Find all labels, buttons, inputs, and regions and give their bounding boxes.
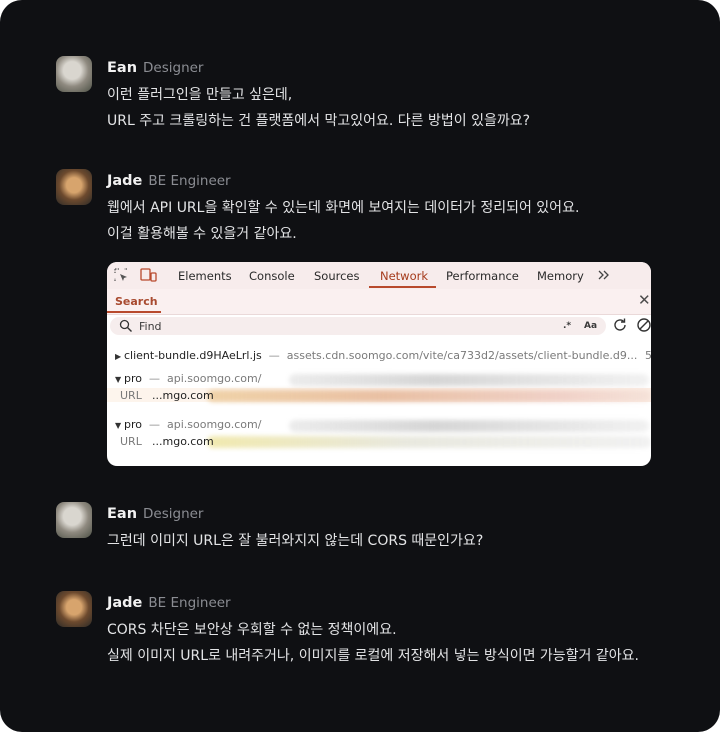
result-separator: — bbox=[149, 418, 160, 431]
avatar[interactable] bbox=[56, 591, 92, 627]
result-count: 5 bbox=[645, 349, 651, 362]
tab-network[interactable]: Network bbox=[380, 269, 428, 283]
result-separator: — bbox=[149, 372, 160, 385]
author-name[interactable]: Ean bbox=[107, 60, 137, 76]
chat-card: Ean Designer 이런 플러그인을 만들고 싶은데, URL 주고 크롤링… bbox=[0, 0, 720, 732]
collapse-arrow-icon[interactable]: ▼ bbox=[115, 421, 124, 430]
search-result-file[interactable]: ▶ client-bundle.d9HAeLrl.js — assets.cdn.so… bbox=[115, 349, 637, 362]
match-case-toggle[interactable]: Aa bbox=[584, 321, 597, 331]
author-role: BE Engineer bbox=[148, 173, 231, 189]
message-line: URL 주고 크롤링하는 건 플랫폼에서 막고있어요. 다른 방법이 있을까요? bbox=[107, 113, 531, 129]
collapse-arrow-icon[interactable]: ▼ bbox=[115, 375, 124, 384]
devtools-tab-bar: Elements Console Sources Network Perform… bbox=[107, 262, 651, 289]
author-name[interactable]: Ean bbox=[107, 506, 137, 522]
message-body: 웹에서 API URL을 확인할 수 있는데 화면에 보여지는 데이터가 정리되… bbox=[107, 195, 579, 247]
active-tab-underline bbox=[369, 286, 436, 288]
inspect-element-icon[interactable] bbox=[114, 268, 129, 283]
search-icon bbox=[119, 319, 132, 332]
devtools-screenshot: Elements Console Sources Network Perform… bbox=[107, 262, 651, 466]
result-url-row[interactable]: URL ...mgo.com bbox=[120, 389, 214, 402]
result-method: pro bbox=[124, 372, 142, 385]
device-toolbar-icon[interactable] bbox=[140, 268, 157, 282]
author-name[interactable]: Jade bbox=[107, 173, 142, 189]
message-line: CORS 차단은 보안상 우회할 수 없는 정책이에요. bbox=[107, 622, 397, 638]
message-line: 이걸 활용해볼 수 있을거 같아요. bbox=[107, 226, 297, 242]
message-body: CORS 차단은 보안상 우회할 수 없는 정책이에요. 실제 이미지 URL로… bbox=[107, 617, 639, 669]
result-host: api.soomgo.com/ bbox=[167, 418, 262, 431]
result-url: assets.cdn.soomgo.com/vite/ca733d2/asset… bbox=[286, 349, 638, 362]
message-line: 실제 이미지 URL로 내려주거나, 이미지를 로컬에 저장해서 넣는 방식이면… bbox=[107, 648, 639, 664]
tab-sources[interactable]: Sources bbox=[314, 269, 360, 283]
expand-arrow-icon[interactable]: ▶ bbox=[115, 352, 124, 361]
url-value: ...mgo.com bbox=[152, 389, 214, 402]
tab-console[interactable]: Console bbox=[249, 269, 295, 283]
message-header: Jade BE Engineer bbox=[107, 170, 231, 189]
find-placeholder: Find bbox=[139, 320, 162, 333]
url-key: URL bbox=[120, 435, 142, 448]
message-body: 이런 플러그인을 만들고 싶은데, URL 주고 크롤링하는 건 플랫폼에서 막… bbox=[107, 82, 530, 134]
message-header: Ean Designer bbox=[107, 503, 203, 522]
avatar[interactable] bbox=[56, 502, 92, 538]
result-method: pro bbox=[124, 418, 142, 431]
result-url-row[interactable]: URL ...mgo.com bbox=[120, 435, 214, 448]
result-group-header[interactable]: ▼ pro — api.soomgo.com/ bbox=[115, 418, 261, 431]
avatar[interactable] bbox=[56, 56, 92, 92]
refresh-icon[interactable] bbox=[612, 317, 628, 333]
url-key: URL bbox=[120, 389, 142, 402]
message-line: 이런 플러그인을 만들고 싶은데, bbox=[107, 87, 293, 103]
tab-memory[interactable]: Memory bbox=[537, 269, 584, 283]
result-group-header[interactable]: ▼ pro — api.soomgo.com/ bbox=[115, 372, 261, 385]
search-panel-tab[interactable]: Search bbox=[115, 295, 158, 308]
tab-elements[interactable]: Elements bbox=[178, 269, 232, 283]
message-line: 웹에서 API URL을 확인할 수 있는데 화면에 보여지는 데이터가 정리되… bbox=[107, 200, 580, 216]
message-body: 그런데 이미지 URL은 잘 불러와지지 않는데 CORS 때문인가요? bbox=[107, 528, 483, 554]
author-role: BE Engineer bbox=[148, 595, 231, 611]
redacted-text bbox=[289, 420, 649, 432]
close-icon[interactable]: ✕ bbox=[638, 291, 651, 309]
message-header: Jade BE Engineer bbox=[107, 592, 231, 611]
search-tab-underline bbox=[107, 311, 161, 313]
find-input[interactable]: Find .* Aa bbox=[110, 317, 606, 335]
redacted-text bbox=[207, 436, 651, 448]
chevron-double-right-icon[interactable] bbox=[597, 269, 611, 281]
author-role: Designer bbox=[143, 506, 204, 522]
redacted-text bbox=[289, 374, 649, 386]
result-separator: — bbox=[268, 349, 280, 362]
regex-toggle[interactable]: .* bbox=[563, 321, 571, 331]
message-header: Ean Designer bbox=[107, 57, 203, 76]
redacted-text bbox=[207, 390, 651, 402]
url-value: ...mgo.com bbox=[152, 435, 214, 448]
author-role: Designer bbox=[143, 60, 204, 76]
search-panel-header: Search ✕ bbox=[107, 289, 651, 315]
result-filename: client-bundle.d9HAeLrl.js bbox=[124, 349, 262, 362]
result-host: api.soomgo.com/ bbox=[167, 372, 262, 385]
message-line: 그런데 이미지 URL은 잘 불러와지지 않는데 CORS 때문인가요? bbox=[107, 533, 484, 549]
clear-icon[interactable] bbox=[636, 317, 651, 333]
author-name[interactable]: Jade bbox=[107, 595, 142, 611]
avatar[interactable] bbox=[56, 169, 92, 205]
tab-performance[interactable]: Performance bbox=[446, 269, 519, 283]
